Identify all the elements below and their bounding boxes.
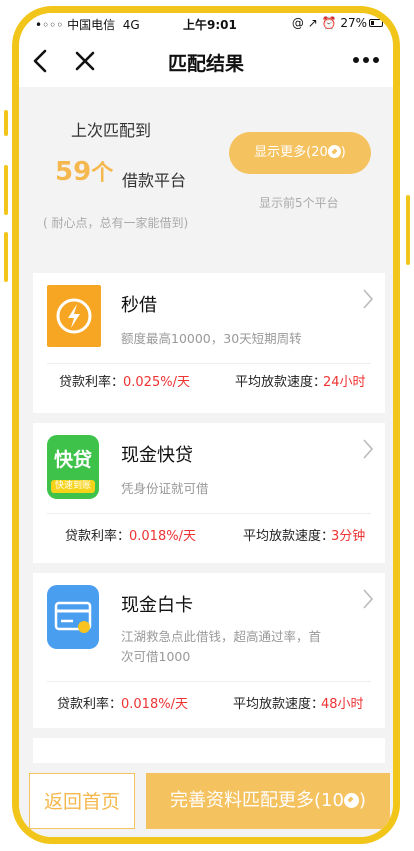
speed-label: 平均放款速度： xyxy=(233,697,325,712)
rate-value: 0.025%/天 xyxy=(123,375,190,390)
battery-icon xyxy=(369,19,383,27)
speed-value: 24小时 xyxy=(323,375,366,390)
platform-label: 借款平台 xyxy=(122,171,187,190)
phone-side-button xyxy=(406,195,410,265)
rate-label: 贷款利率： xyxy=(65,529,131,544)
coin-icon xyxy=(343,793,359,808)
speed-label: 平均放款速度： xyxy=(243,529,335,544)
card-footer: 贷款利率： 0.018%/天 平均放款速度： 3分钟 xyxy=(33,525,385,555)
complete-suffix: ) xyxy=(358,790,366,811)
nav-bar: 匹配结果 xyxy=(19,35,393,87)
show-more-subtext: 显示前5个平台 xyxy=(259,196,339,210)
credit-card-icon xyxy=(47,585,99,649)
rate-label: 贷款利率： xyxy=(57,697,123,712)
more-icon[interactable] xyxy=(351,53,381,67)
status-time: 上午9:01 xyxy=(183,18,237,32)
logo-subtext: 快速到账 xyxy=(51,480,95,493)
platform-desc: 额度最高10000，30天短期周转 xyxy=(121,331,302,346)
rate-value: 0.018%/天 xyxy=(129,529,196,544)
status-indicators: @ ↗ ⏰ 27% xyxy=(291,16,367,30)
list-item[interactable]: 秒借 额度最高10000，30天短期周转 贷款利率： 0.025%/天 平均放款… xyxy=(33,273,385,413)
list-item[interactable]: 现金白卡 江湖救急点此借钱，超高通过率，首次可借1000 贷款利率： 0.018… xyxy=(33,573,385,728)
phone-side-button xyxy=(4,110,8,136)
page-title: 匹配结果 xyxy=(167,53,244,75)
show-more-label: 显示更多(20 xyxy=(254,145,328,160)
lightning-clock-icon xyxy=(47,285,101,347)
phone-frame: •◦◦◦ 中国电信 4G 上午9:01 @ ↗ ⏰ 27% 匹配结果 上次匹配到… xyxy=(12,6,400,844)
chevron-right-icon xyxy=(363,289,374,309)
phone-side-button xyxy=(4,232,8,282)
speed-value: 48小时 xyxy=(321,697,364,712)
chevron-right-icon xyxy=(363,439,374,459)
match-count: 59个 xyxy=(55,155,113,187)
show-more-button[interactable]: 显示更多(20) xyxy=(229,132,371,174)
complete-label: 完善资料匹配更多(10 xyxy=(170,790,344,811)
divider xyxy=(47,513,371,514)
platform-name: 现金白卡 xyxy=(121,595,193,616)
chevron-right-icon xyxy=(363,589,374,609)
platform-name: 现金快贷 xyxy=(121,445,193,466)
platform-desc: 凭身份证就可借 xyxy=(121,481,209,496)
rate-label: 贷款利率： xyxy=(59,375,125,390)
show-more-suffix: ) xyxy=(340,145,346,160)
kuaidai-logo-icon: 快贷 快速到账 xyxy=(47,435,99,499)
bottom-bar: 返回首页 完善资料匹配更多(10) xyxy=(19,763,393,837)
summary-hint: ( 耐心点，总有一家能借到) xyxy=(43,216,189,230)
status-bar: •◦◦◦ 中国电信 4G 上午9:01 @ ↗ ⏰ 27% xyxy=(19,13,393,35)
network: 4G xyxy=(122,18,140,32)
carrier-network: •◦◦◦ 中国电信 4G xyxy=(35,16,140,33)
rate-value: 0.018%/天 xyxy=(121,697,188,712)
summary-intro: 上次匹配到 xyxy=(71,121,152,140)
match-count-number: 59 xyxy=(55,157,92,187)
divider xyxy=(47,363,371,364)
complete-profile-button[interactable]: 完善资料匹配更多(10) xyxy=(146,773,390,829)
list-item[interactable]: 快贷 快速到账 现金快贷 凭身份证就可借 贷款利率： 0.018%/天 平均放款… xyxy=(33,423,385,563)
phone-side-button xyxy=(4,165,8,215)
carrier: •◦◦◦ 中国电信 xyxy=(35,18,116,32)
home-button[interactable]: 返回首页 xyxy=(29,773,135,829)
platform-name: 秒借 xyxy=(121,295,157,316)
platform-desc: 江湖救急点此借钱，超高通过率，首次可借1000 xyxy=(121,629,322,664)
match-summary: 上次匹配到 59个 借款平台 ( 耐心点，总有一家能借到) 显示更多(20) 显… xyxy=(19,87,393,267)
divider xyxy=(47,681,371,682)
speed-label: 平均放款速度： xyxy=(235,375,327,390)
card-footer: 贷款利率： 0.025%/天 平均放款速度： 24小时 xyxy=(33,371,385,401)
speed-value: 3分钟 xyxy=(331,529,366,544)
coin-icon xyxy=(327,145,341,158)
card-footer: 贷款利率： 0.018%/天 平均放款速度： 48小时 xyxy=(33,693,385,723)
match-count-unit: 个 xyxy=(91,161,114,186)
logo-text: 快贷 xyxy=(53,449,92,471)
